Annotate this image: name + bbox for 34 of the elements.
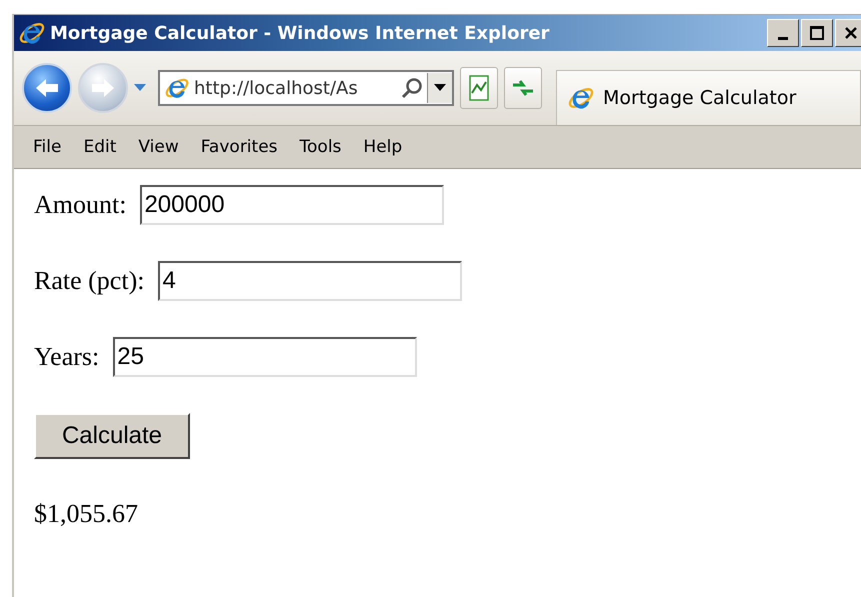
field-label: Rate (pct): — [34, 266, 144, 296]
input-field[interactable]: 4 — [158, 261, 462, 301]
menu-item[interactable]: File — [24, 133, 70, 161]
address-dropdown-button[interactable] — [427, 73, 452, 103]
right-arrow-icon — [90, 77, 116, 99]
result-text: $1,055.67 — [34, 499, 138, 529]
maximize-icon — [810, 26, 824, 40]
caret-icon — [434, 84, 446, 92]
compatibility-button[interactable] — [460, 67, 498, 109]
browser-tab[interactable]: Mortgage Calculator — [556, 70, 861, 125]
menu-item[interactable]: Edit — [74, 133, 126, 161]
menu-item[interactable]: Favorites — [192, 133, 287, 161]
menu-item[interactable]: Tools — [290, 133, 350, 161]
close-icon — [844, 26, 858, 40]
field-label: Amount: — [34, 190, 126, 220]
input-field[interactable]: 200000 — [140, 185, 444, 225]
left-arrow-icon — [34, 77, 60, 99]
close-button[interactable] — [835, 19, 861, 47]
page-icon — [468, 75, 490, 101]
input-field[interactable]: 25 — [113, 337, 418, 377]
refresh-arrows-icon — [511, 77, 535, 99]
search-icon — [401, 77, 423, 99]
refresh-button[interactable] — [504, 67, 542, 109]
maximize-button[interactable] — [801, 19, 833, 47]
minimize-icon — [778, 36, 788, 40]
menu-item[interactable]: View — [129, 133, 188, 161]
menu-item[interactable]: Help — [354, 133, 412, 161]
minimize-button[interactable] — [767, 19, 799, 47]
dropdown-arrow-icon[interactable] — [134, 84, 146, 92]
field-label: Years: — [34, 342, 100, 372]
back-button[interactable] — [22, 63, 72, 113]
window-title: Mortgage Calculator - Windows Internet Explorer — [50, 22, 550, 44]
address-field[interactable]: http://localhost/As — [158, 70, 454, 106]
calculate-button[interactable]: Calculate — [34, 413, 190, 459]
